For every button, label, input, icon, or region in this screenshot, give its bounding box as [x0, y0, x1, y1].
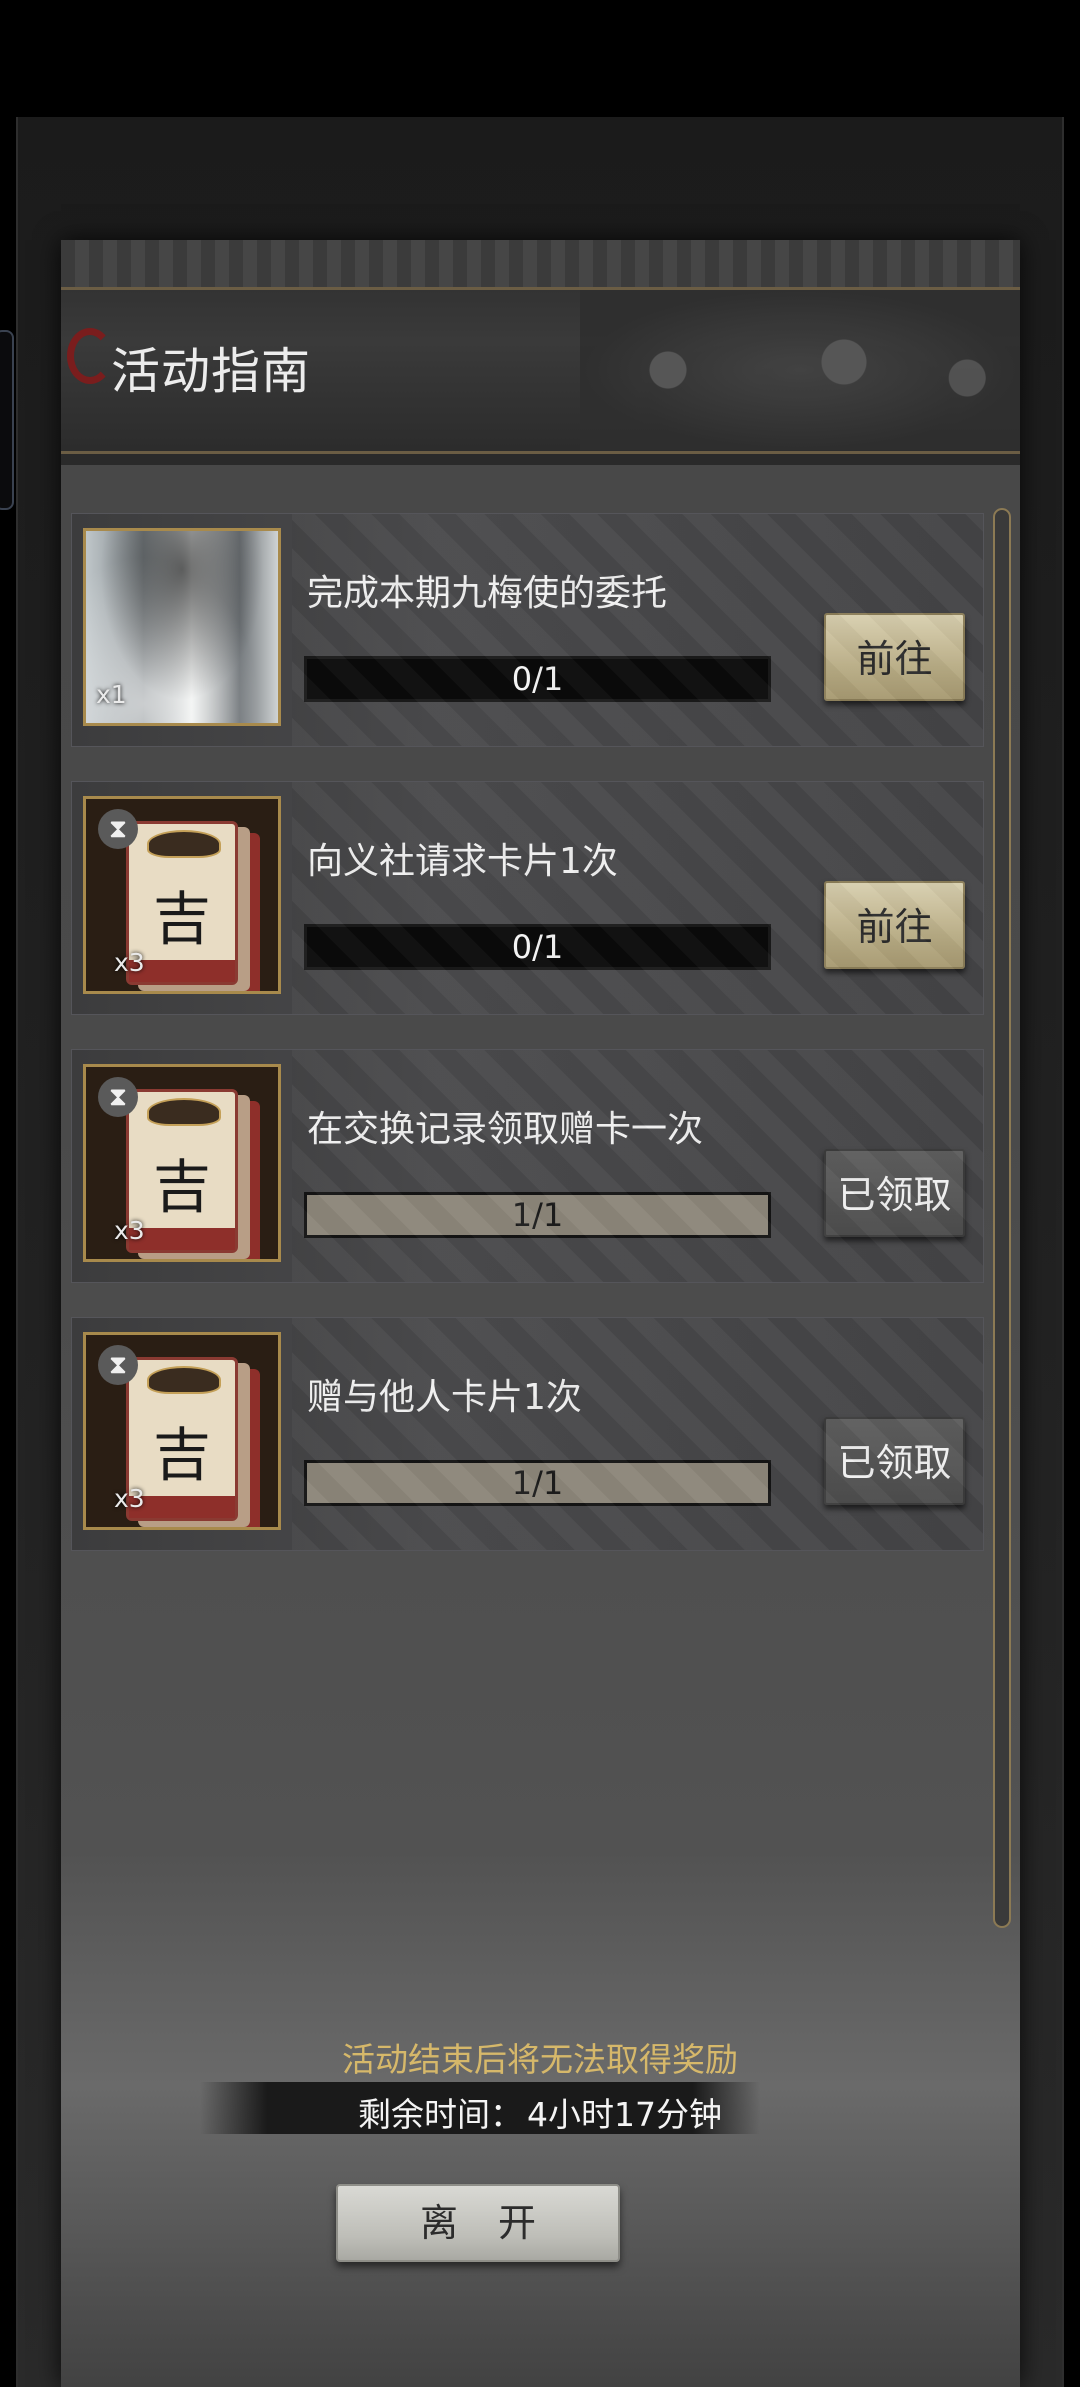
leave-button[interactable]: 离开 — [336, 2184, 620, 2262]
card-ornament — [147, 1366, 221, 1394]
title-swirl-icon — [67, 328, 113, 384]
header-rail — [61, 240, 1020, 290]
claimed-button[interactable]: 已领取 — [824, 1149, 965, 1237]
task-row: 吉 ⧗ x3 赠与他人卡片1次 1/1 已领取 — [71, 1317, 984, 1551]
go-button[interactable]: 前往 — [824, 613, 965, 701]
task-row: 吉 ⧗ x3 在交换记录领取赠卡一次 1/1 已领取 — [71, 1049, 984, 1283]
reward-quantity: x1 — [96, 680, 127, 709]
remaining-time: 剩余时间： 4小时17分钟 — [0, 2088, 1080, 2136]
task-label: 完成本期九梅使的委托 — [307, 573, 668, 614]
hourglass-icon: ⧗ — [98, 809, 138, 849]
remaining-time-value: 4小时17分钟 — [527, 2095, 722, 2134]
reward-thumbnail[interactable]: 吉 ⧗ x3 — [83, 1064, 281, 1262]
task-list-scrollbar[interactable] — [993, 508, 1011, 1928]
dialog-header: 活动指南 — [61, 240, 1020, 465]
cloud-ornament-icon — [580, 290, 1020, 450]
task-progress-bar: 1/1 — [304, 1192, 771, 1238]
reward-thumbnail[interactable]: 吉 ⧗ x3 — [83, 796, 281, 994]
card-ornament — [147, 830, 221, 858]
task-row: 吉 ⧗ x3 向义社请求卡片1次 0/1 前往 — [71, 781, 984, 1015]
card-character: 吉 — [152, 1421, 211, 1489]
reward-expiry-note: 活动结束后将无法取得奖励 — [342, 2040, 738, 2079]
card-ornament — [147, 1098, 221, 1126]
task-progress-bar: 0/1 — [304, 924, 771, 970]
card-character: 吉 — [152, 885, 211, 953]
task-progress-bar: 1/1 — [304, 1460, 771, 1506]
go-button[interactable]: 前往 — [824, 881, 965, 969]
progress-text: 1/1 — [511, 1196, 564, 1234]
hourglass-icon: ⧗ — [98, 1345, 138, 1385]
reward-thumbnail[interactable]: 吉 ⧗ x3 — [83, 1332, 281, 1530]
card-character: 吉 — [152, 1153, 211, 1221]
task-progress-bar: 0/1 — [304, 656, 771, 702]
dialog-title: 活动指南 — [111, 343, 312, 400]
progress-text: 0/1 — [511, 660, 564, 698]
task-label: 向义社请求卡片1次 — [307, 841, 618, 882]
reward-quantity: x3 — [114, 948, 145, 977]
task-label: 赠与他人卡片1次 — [307, 1377, 582, 1418]
hourglass-icon: ⧗ — [98, 1077, 138, 1117]
claimed-button[interactable]: 已领取 — [824, 1417, 965, 1505]
reward-thumbnail[interactable]: x1 — [83, 528, 281, 726]
reward-quantity: x3 — [114, 1216, 145, 1245]
progress-text: 0/1 — [511, 928, 564, 966]
progress-text: 1/1 — [511, 1464, 564, 1502]
task-label: 在交换记录领取赠卡一次 — [307, 1109, 704, 1150]
reward-quantity: x3 — [114, 1484, 145, 1513]
side-edge-tab — [0, 330, 14, 510]
remaining-time-label: 剩余时间： — [358, 2095, 523, 2134]
task-row: x1 完成本期九梅使的委托 0/1 前往 — [71, 513, 984, 747]
header-rail-bottom — [61, 451, 1020, 465]
